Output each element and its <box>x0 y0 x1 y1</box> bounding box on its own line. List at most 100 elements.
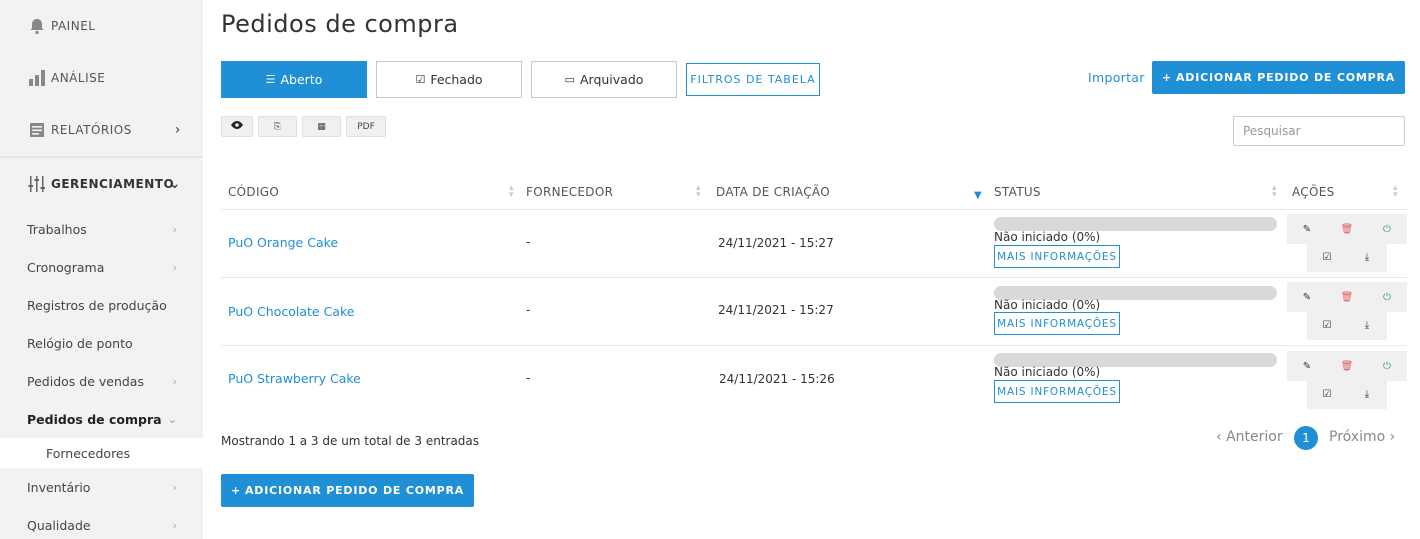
sidebar-item-pedidos-vendas[interactable]: Pedidos de vendas › <box>0 362 203 400</box>
sidebar-item-label: Pedidos de vendas <box>27 373 144 389</box>
power-icon[interactable]: ⏻ <box>1379 358 1395 374</box>
nav-relatorios-label: RELATÓRIOS <box>51 123 132 137</box>
sidebar: PAINEL ANÁLISE RELATÓRIOS › GERENCIAMENT… <box>0 0 203 539</box>
add-purchase-order-label: ADICIONAR PEDIDO DE COMPRA <box>1175 71 1396 84</box>
copy-button[interactable]: ⎘ <box>258 116 297 137</box>
column-visibility-button[interactable] <box>221 116 253 137</box>
nav-painel-label: PAINEL <box>51 19 96 33</box>
add-purchase-order-bottom-button[interactable]: + ADICIONAR PEDIDO DE COMPRA <box>221 474 474 507</box>
sidebar-item-inventario[interactable]: Inventário › <box>0 468 203 506</box>
pagination-prev-label: Anterior <box>1226 429 1283 445</box>
check-square-icon[interactable]: ☑ <box>1319 249 1335 265</box>
inbox-icon: ▭ <box>564 73 575 86</box>
chevron-right-icon: › <box>172 222 177 236</box>
eye-icon <box>230 120 244 133</box>
check-square-icon: ☑ <box>415 73 426 86</box>
status-text: Não iniciado (0%) <box>994 298 1101 312</box>
report-icon <box>27 120 47 140</box>
pdf-button[interactable]: PDF <box>346 116 386 137</box>
order-code-link[interactable]: PuO Chocolate Cake <box>228 304 354 319</box>
divider <box>221 277 1407 278</box>
chevron-right-icon: › <box>174 122 181 138</box>
chevron-left-icon: ‹ <box>1216 429 1222 445</box>
more-info-button[interactable]: MAIS INFORMAÇÕES <box>994 380 1120 403</box>
sort-icon[interactable]: ▴ ▾ <box>509 184 514 200</box>
tab-aberto[interactable]: ☰ Aberto <box>221 61 367 98</box>
column-header-fornecedor[interactable]: FORNECEDOR <box>526 185 613 199</box>
sidebar-item-label: Cronograma <box>27 259 105 275</box>
delete-icon[interactable]: 🗑 <box>1339 358 1355 374</box>
tab-arquivado[interactable]: ▭ Arquivado <box>531 61 677 98</box>
sidebar-item-label: Pedidos de compra <box>27 411 162 427</box>
search-input[interactable]: Pesquisar <box>1233 116 1405 146</box>
chevron-right-icon: › <box>172 260 177 274</box>
download-icon[interactable]: ⤓ <box>1359 249 1375 265</box>
tab-label: Fechado <box>430 72 483 87</box>
table-filters-button[interactable]: FILTROS DE TABELA <box>686 63 820 96</box>
sidebar-item-label: Inventário <box>27 479 91 495</box>
pagination-next[interactable]: Próximo › <box>1329 429 1395 445</box>
edit-icon[interactable]: ✎ <box>1299 289 1315 305</box>
pagination-page[interactable]: 1 <box>1294 426 1318 450</box>
pagination-prev[interactable]: ‹ Anterior <box>1216 429 1283 445</box>
sidebar-item-relogio[interactable]: Relógio de ponto <box>0 324 203 362</box>
supplier-cell: - <box>526 235 531 249</box>
sort-icon[interactable]: ▴ ▾ <box>696 184 701 200</box>
chevron-right-icon: › <box>1389 429 1396 445</box>
more-info-button[interactable]: MAIS INFORMAÇÕES <box>994 245 1120 268</box>
delete-icon[interactable]: 🗑 <box>1339 221 1355 237</box>
sidebar-item-fornecedores[interactable]: Fornecedores <box>0 438 203 468</box>
nav-relatorios[interactable]: RELATÓRIOS › <box>0 104 203 156</box>
sidebar-item-trabalhos[interactable]: Trabalhos › <box>0 210 203 248</box>
table-icon: ▦ <box>317 121 326 132</box>
pagination-next-label: Próximo <box>1329 429 1386 445</box>
column-header-acoes: AÇÕES <box>1292 185 1335 199</box>
nav-analise-label: ANÁLISE <box>51 71 106 85</box>
nav-painel[interactable]: PAINEL <box>0 0 203 52</box>
order-code-link[interactable]: PuO Orange Cake <box>228 235 338 250</box>
power-icon[interactable]: ⏻ <box>1379 221 1395 237</box>
plus-icon: + <box>230 484 241 497</box>
sidebar-item-qualidade[interactable]: Qualidade › <box>0 506 203 539</box>
nav-analise[interactable]: ANÁLISE <box>0 52 203 104</box>
tab-fechado[interactable]: ☑ Fechado <box>376 61 522 98</box>
download-icon[interactable]: ⤓ <box>1359 317 1375 333</box>
sidebar-item-label: Relógio de ponto <box>27 335 133 351</box>
check-square-icon[interactable]: ☑ <box>1319 317 1335 333</box>
column-header-data[interactable]: DATA DE CRIAÇÃO <box>716 185 830 199</box>
power-icon[interactable]: ⏻ <box>1379 289 1395 305</box>
main-content: Pedidos de compra ☰ Aberto ☑ Fechado ▭ A… <box>203 0 1420 539</box>
nav-gerenciamento-label: GERENCIAMENTO <box>51 177 175 191</box>
delete-icon[interactable]: 🗑 <box>1339 289 1355 305</box>
column-header-codigo[interactable]: CÓDIGO <box>228 185 279 199</box>
import-link[interactable]: Importar <box>1088 70 1145 85</box>
sidebar-item-registros[interactable]: Registros de produção <box>0 286 203 324</box>
chevron-down-icon: ⌄ <box>168 176 181 192</box>
sort-icon[interactable]: ▴ ▾ <box>1393 184 1398 200</box>
list-icon: ☰ <box>265 73 276 86</box>
download-icon[interactable]: ⤓ <box>1359 386 1375 402</box>
sliders-icon <box>27 174 47 194</box>
bar-chart-icon <box>27 68 47 88</box>
sidebar-item-label: Fornecedores <box>46 445 131 461</box>
nav-gerenciamento[interactable]: GERENCIAMENTO ⌄ <box>0 158 203 210</box>
sidebar-item-cronograma[interactable]: Cronograma › <box>0 248 203 286</box>
add-purchase-order-button[interactable]: + ADICIONAR PEDIDO DE COMPRA <box>1152 61 1405 94</box>
order-code-link[interactable]: PuO Strawberry Cake <box>228 371 361 386</box>
app-root: PAINEL ANÁLISE RELATÓRIOS › GERENCIAMENT… <box>0 0 1420 539</box>
edit-icon[interactable]: ✎ <box>1299 221 1315 237</box>
sort-icon[interactable]: ▴ ▾ <box>1272 184 1277 200</box>
status-text: Não iniciado (0%) <box>994 365 1101 379</box>
sidebar-item-label: Registros de produção <box>27 297 167 313</box>
divider <box>221 345 1407 346</box>
excel-button[interactable]: ▦ <box>302 116 341 137</box>
more-info-button[interactable]: MAIS INFORMAÇÕES <box>994 312 1120 335</box>
edit-icon[interactable]: ✎ <box>1299 358 1315 374</box>
sidebar-item-pedidos-compra[interactable]: Pedidos de compra ⌄ <box>0 400 203 438</box>
sidebar-item-label: Qualidade <box>27 517 91 533</box>
check-square-icon[interactable]: ☑ <box>1319 386 1335 402</box>
status-text: Não iniciado (0%) <box>994 230 1101 244</box>
tab-label: Arquivado <box>579 72 644 87</box>
column-header-status[interactable]: STATUS <box>994 185 1041 199</box>
sort-desc-icon[interactable]: ▼ <box>974 191 982 201</box>
